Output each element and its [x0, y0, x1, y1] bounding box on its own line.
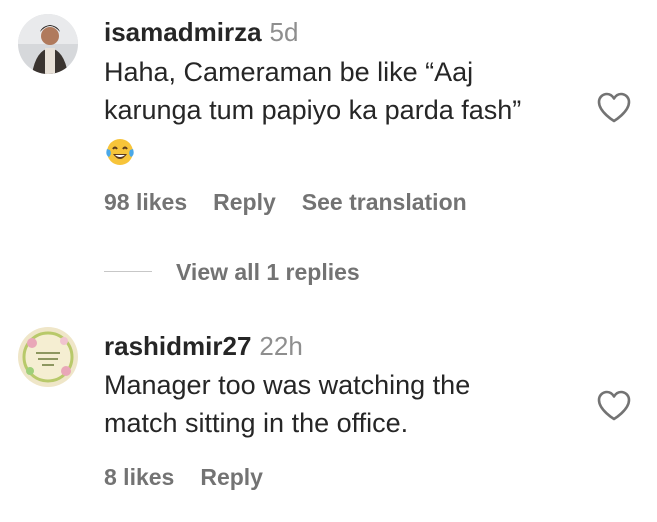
username[interactable]: isamadmirza: [104, 17, 262, 47]
see-translation-button[interactable]: See translation: [302, 189, 467, 215]
comment-emoji-line: [104, 131, 136, 169]
heart-icon[interactable]: [596, 92, 632, 124]
avatar-isamadmirza[interactable]: [18, 14, 78, 74]
comment-actions: 98 likes Reply See translation: [104, 187, 493, 217]
likes-count[interactable]: 98 likes: [104, 189, 187, 215]
avatar-photo: [18, 327, 78, 387]
timestamp: 5d: [269, 17, 299, 47]
reply-button[interactable]: Reply: [213, 189, 276, 215]
avatar-photo: [18, 14, 78, 74]
avatar-rashidmir27[interactable]: [18, 327, 78, 387]
comment-text-line-2: match sitting in the office.: [104, 408, 409, 438]
reply-button[interactable]: Reply: [200, 464, 263, 490]
view-replies-button[interactable]: View all 1 replies: [176, 256, 360, 288]
comment-text-line-2: karunga tum papiyo ka parda fash”: [104, 95, 522, 125]
comment-text-line-1: Haha, Cameraman be like “Aaj: [104, 57, 474, 87]
comment-header: rashidmir27 22h: [104, 330, 303, 362]
username[interactable]: rashidmir27: [104, 331, 251, 361]
comment-header: isamadmirza 5d: [104, 16, 298, 48]
likes-count[interactable]: 8 likes: [104, 464, 174, 490]
comment-actions: 8 likes Reply: [104, 462, 289, 492]
comment-1: isamadmirza 5d Haha, Cameraman be like “A…: [0, 0, 657, 250]
heart-icon[interactable]: [596, 390, 632, 422]
replies-divider: [104, 271, 152, 272]
face-with-tears-of-joy-icon: [104, 136, 136, 168]
comment-text-line-1: Manager too was watching the: [104, 370, 471, 400]
comment-2: rashidmir27 22h Manager too was watching …: [0, 310, 657, 510]
view-replies-row[interactable]: View all 1 replies: [104, 256, 504, 288]
timestamp: 22h: [259, 331, 303, 361]
